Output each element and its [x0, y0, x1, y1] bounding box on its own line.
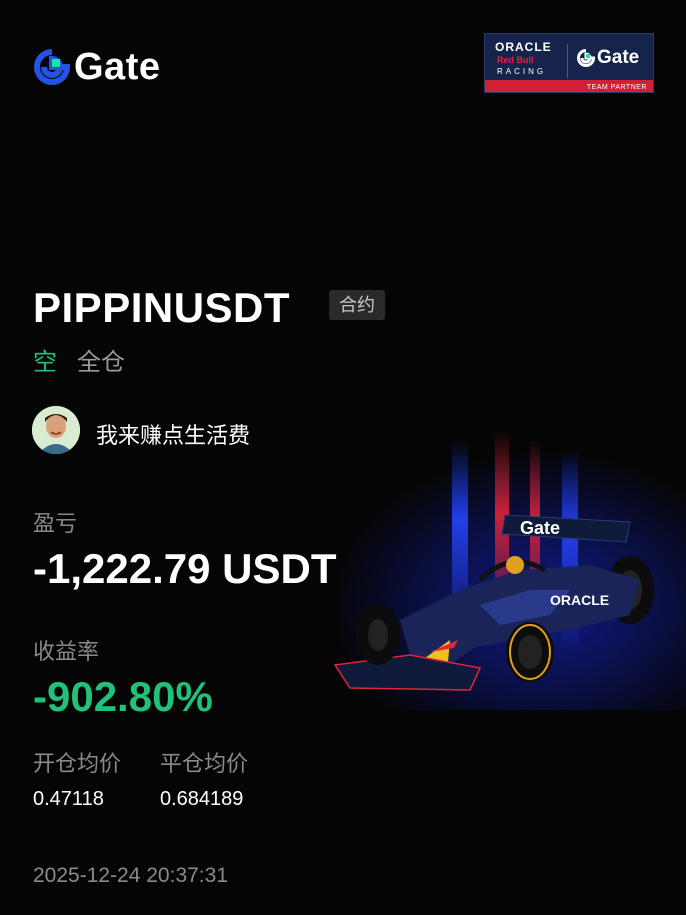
car-wing-text: Gate — [520, 518, 560, 538]
entry-price-value: 0.47118 — [33, 788, 104, 810]
position-side: 空 — [33, 349, 57, 376]
partner-redbull-text: Red Bull — [497, 55, 534, 65]
username: 我来赚点生活费 — [96, 423, 251, 448]
contract-type-badge: 合约 — [329, 290, 385, 320]
exit-price-value: 0.684189 — [160, 788, 244, 810]
contract-symbol: PIPPINUSDT — [33, 284, 291, 331]
brand-name: Gate — [74, 46, 161, 88]
exit-price-label: 平仓均价 — [160, 751, 249, 776]
car-sidepod-text: ORACLE — [550, 592, 609, 608]
brand-logo: Gate — [34, 48, 160, 86]
partner-strip-text: TEAM PARTNER — [586, 84, 647, 91]
partner-gate-text: Gate — [597, 47, 640, 68]
gate-logo-icon — [577, 49, 595, 67]
partner-divider — [567, 44, 568, 78]
partner-strip: TEAM PARTNER — [485, 80, 653, 92]
gate-logo-icon — [34, 49, 70, 85]
share-card: Gate ORACLE Red Bull RACING Gate TEAM PA… — [0, 0, 686, 915]
partner-racing-text: RACING — [497, 67, 547, 76]
margin-mode: 全仓 — [77, 349, 125, 376]
partner-badge: ORACLE Red Bull RACING Gate TEAM PARTNER — [484, 33, 654, 93]
partner-oracle-text: ORACLE — [495, 40, 552, 54]
user-avatar-icon — [32, 406, 80, 454]
timestamp: 2025-12-24 20:37:31 — [33, 864, 228, 887]
roi-value: -902.80% — [33, 673, 213, 720]
roi-label: 收益率 — [33, 639, 100, 664]
pnl-label: 盈亏 — [33, 511, 78, 536]
pnl-value: -1,222.79 USDT — [33, 545, 337, 592]
entry-price-label: 开仓均价 — [33, 751, 122, 776]
f1-car-icon: Gate ORACLE — [330, 430, 686, 710]
partner-gate-logo: Gate — [577, 47, 639, 69]
